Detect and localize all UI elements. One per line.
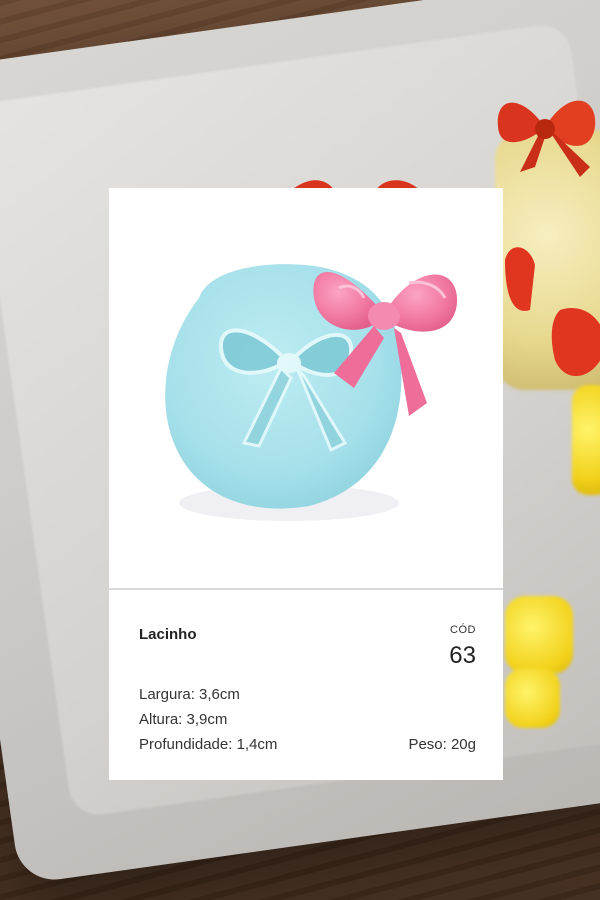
spec-largura: Largura: 3,6cm: [139, 686, 240, 703]
spec-altura: Altura: 3,9cm: [139, 711, 228, 728]
bow-mold-illustration: [165, 264, 458, 521]
background-scene: Lacinho CÓD 63 Largura: 3,6cm Altura: 3,…: [0, 0, 600, 900]
code-label: CÓD: [450, 624, 476, 636]
background-red-bow-side: [551, 308, 600, 376]
spec-peso: Peso: 20g: [408, 736, 476, 753]
code-value: 63: [449, 642, 476, 669]
spec-profundidade: Profundidade: 1,4cm: [139, 736, 278, 753]
background-yellow-soap: [505, 596, 573, 674]
product-name: Lacinho: [139, 626, 197, 643]
product-image: [109, 188, 503, 590]
product-card[interactable]: Lacinho CÓD 63 Largura: 3,6cm Altura: 3,…: [109, 188, 503, 780]
product-info: Lacinho CÓD 63 Largura: 3,6cm Altura: 3,…: [109, 590, 503, 780]
background-yellow-soap: [505, 668, 560, 728]
background-yellow-soap: [572, 385, 600, 495]
background-red-bow-soap: [497, 100, 596, 177]
